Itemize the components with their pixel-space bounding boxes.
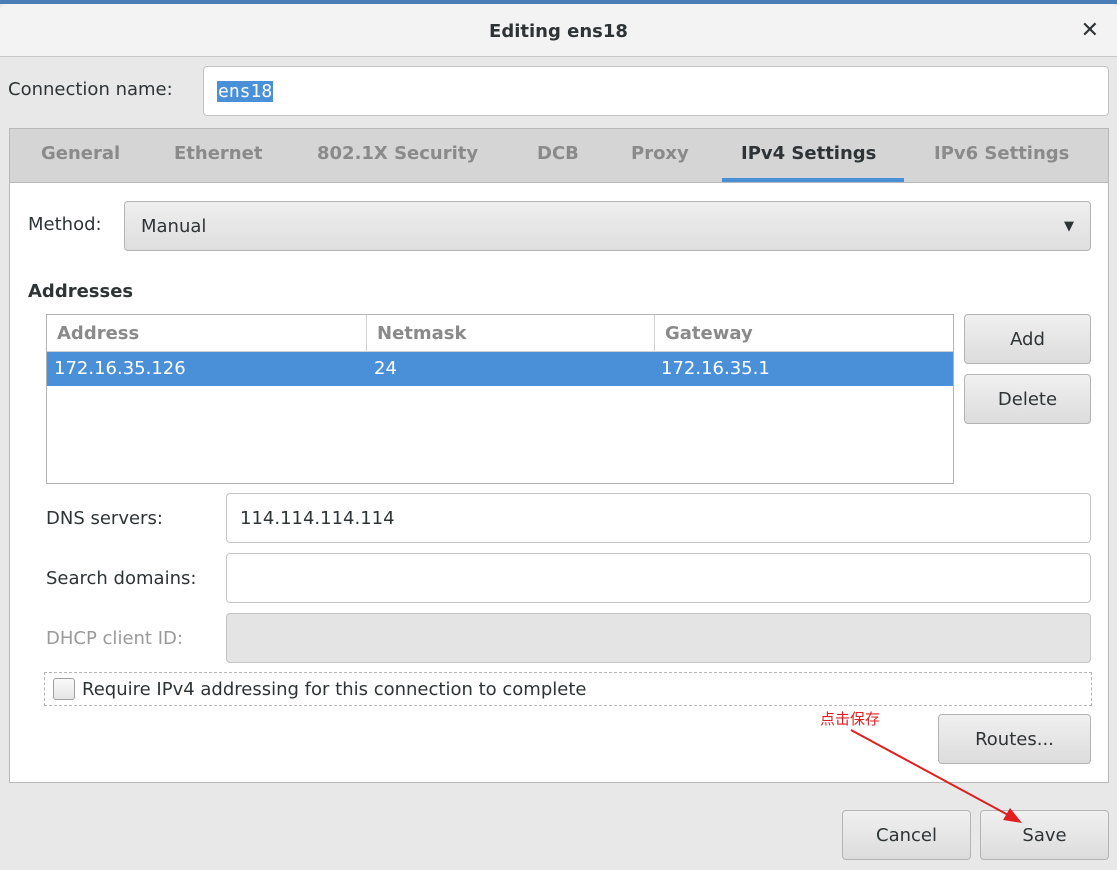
annotation-arrow-icon	[850, 729, 1022, 823]
